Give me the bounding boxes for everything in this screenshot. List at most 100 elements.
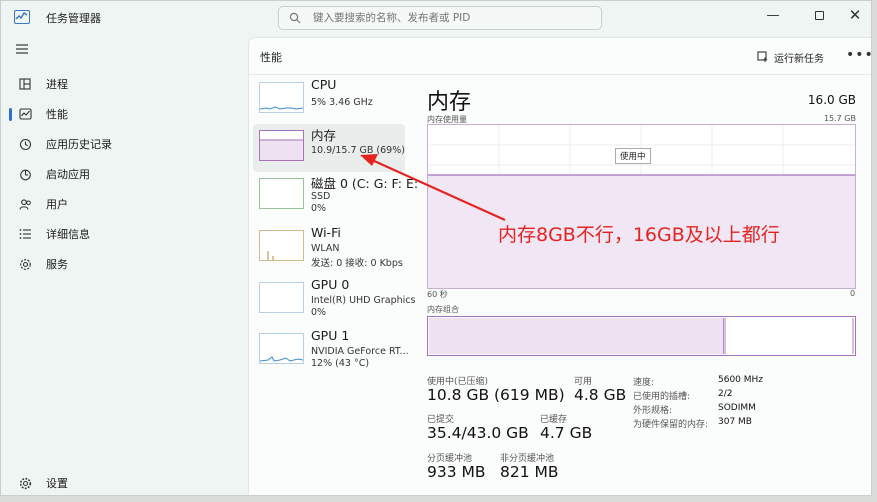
perf-item-memory[interactable]: 内存 10.9/15.7 GB (69%) bbox=[253, 124, 405, 172]
sidebar-item-users[interactable]: 用户 bbox=[5, 190, 243, 218]
disk-thumbnail bbox=[259, 178, 304, 209]
minimize-button[interactable]: — bbox=[753, 3, 793, 27]
speed-label: 速度: bbox=[633, 378, 655, 388]
gear-icon bbox=[18, 476, 32, 490]
gpu1-thumbnail bbox=[259, 333, 304, 364]
sidebar-item-label: 启动应用 bbox=[46, 168, 90, 181]
header-divider bbox=[249, 74, 871, 75]
in-use-tooltip: 使用中 bbox=[615, 148, 651, 164]
sidebar-item-settings[interactable]: 设置 bbox=[5, 469, 243, 495]
close-button[interactable]: ✕ bbox=[835, 3, 871, 27]
app-history-icon bbox=[18, 137, 32, 151]
perf-item-subtitle: WLAN bbox=[311, 243, 340, 254]
sidebar-item-app-history[interactable]: 应用历史记录 bbox=[5, 130, 243, 158]
perf-item-subtitle: SSD bbox=[311, 191, 331, 202]
form-factor-value: SODIMM bbox=[718, 403, 756, 413]
cpu-thumbnail bbox=[259, 82, 304, 113]
composition-label: 内存组合 bbox=[427, 305, 459, 314]
sidebar-item-details[interactable]: 详细信息 bbox=[5, 220, 243, 248]
processes-icon bbox=[18, 77, 32, 91]
usage-graph-max: 15.7 GB bbox=[823, 114, 856, 123]
titlebar: 任务管理器 — ✕ bbox=[1, 1, 871, 33]
sidebar-item-services[interactable]: 服务 bbox=[5, 250, 243, 278]
services-icon bbox=[18, 257, 32, 271]
hardware-reserved-value: 307 MB bbox=[718, 417, 752, 427]
sidebar-item-label: 用户 bbox=[46, 198, 68, 211]
perf-item-title: GPU 0 bbox=[311, 277, 350, 292]
cached-value: 4.7 GB bbox=[540, 424, 593, 442]
composition-standby bbox=[852, 318, 854, 354]
run-new-task-label: 运行新任务 bbox=[774, 53, 824, 65]
sidebar-item-performance[interactable]: 性能 bbox=[5, 100, 243, 128]
details-icon bbox=[18, 227, 32, 241]
perf-item-gpu0[interactable]: GPU 0 Intel(R) UHD Graphics 0% bbox=[253, 276, 415, 324]
slots-label: 已使用的插槽: bbox=[633, 392, 691, 402]
perf-item-gpu1[interactable]: GPU 1 NVIDIA GeForce RT... 12% (43 °C) bbox=[253, 327, 409, 375]
in-use-value: 10.8 GB (619 MB) bbox=[427, 386, 565, 404]
perf-item-title: Wi-Fi bbox=[311, 225, 341, 240]
perf-item-value: 发送: 0 接收: 0 Kbps bbox=[311, 258, 403, 269]
annotation-text: 内存8GB不行，16GB及以上都行 bbox=[498, 224, 780, 246]
maximize-icon bbox=[814, 10, 824, 20]
perf-item-disk[interactable]: 磁盘 0 (C: G: F: E: SSD 0% bbox=[253, 172, 418, 220]
maximize-button[interactable] bbox=[799, 3, 839, 27]
gpu0-thumbnail bbox=[259, 282, 304, 313]
memory-title: 内存 bbox=[427, 90, 472, 115]
perf-item-value: 0% bbox=[311, 307, 327, 318]
slots-value: 2/2 bbox=[718, 389, 733, 399]
available-value: 4.8 GB bbox=[574, 386, 627, 404]
settings-label: 设置 bbox=[46, 477, 68, 490]
perf-item-subtitle: Intel(R) UHD Graphics bbox=[311, 295, 416, 306]
page-title: 性能 bbox=[260, 51, 282, 64]
run-task-icon bbox=[757, 51, 768, 62]
perf-item-subtitle: 5% 3.46 GHz bbox=[311, 97, 373, 108]
sidebar-item-label: 性能 bbox=[46, 108, 68, 121]
app-title: 任务管理器 bbox=[46, 12, 101, 25]
run-new-task-button[interactable]: 运行新任务 bbox=[757, 46, 824, 68]
composition-modified bbox=[724, 318, 726, 354]
sidebar-item-label: 进程 bbox=[46, 78, 68, 91]
more-options-button[interactable]: ••• bbox=[846, 47, 871, 63]
close-icon: ✕ bbox=[848, 6, 862, 24]
startup-icon bbox=[18, 167, 32, 181]
wifi-thumbnail bbox=[259, 230, 304, 261]
search-box[interactable] bbox=[278, 6, 602, 30]
sidebar: 进程 性能 应用历史记录 启动应用 用户 详细信息 服务 设置 bbox=[1, 33, 248, 495]
graph-axis-left: 60 秒 bbox=[427, 290, 448, 299]
sidebar-item-label: 详细信息 bbox=[46, 228, 90, 241]
speed-value: 5600 MHz bbox=[718, 375, 764, 385]
task-manager-app-icon bbox=[14, 10, 30, 24]
search-input[interactable] bbox=[313, 7, 593, 29]
paged-pool-value: 933 MB bbox=[427, 463, 486, 481]
users-icon bbox=[18, 197, 32, 211]
performance-icon bbox=[18, 107, 32, 121]
perf-item-value: 12% (43 °C) bbox=[311, 358, 370, 369]
performance-panel: 性能 运行新任务 ••• CPU 5% 3.46 GHz 内存 10.9/15.… bbox=[248, 37, 871, 495]
memory-thumbnail bbox=[259, 130, 304, 161]
sidebar-item-processes[interactable]: 进程 bbox=[5, 70, 243, 98]
perf-item-value: 0% bbox=[311, 203, 327, 214]
search-icon bbox=[289, 12, 301, 24]
task-manager-window: 任务管理器 — ✕ 进程 性能 应用历史记录 启动应用 用户 bbox=[0, 0, 872, 496]
sidebar-item-label: 应用历史记录 bbox=[46, 138, 112, 151]
sidebar-item-label: 服务 bbox=[46, 258, 68, 271]
hamburger-menu-icon[interactable] bbox=[15, 43, 29, 55]
hardware-reserved-label: 为硬件保留的内存: bbox=[633, 420, 709, 430]
nonpaged-pool-value: 821 MB bbox=[500, 463, 559, 481]
perf-item-title: 内存 bbox=[311, 128, 337, 143]
composition-in-use bbox=[429, 318, 724, 354]
perf-item-wifi[interactable]: Wi-Fi WLAN 发送: 0 接收: 0 Kbps bbox=[253, 224, 405, 272]
minimize-icon: — bbox=[766, 7, 780, 23]
perf-item-cpu[interactable]: CPU 5% 3.46 GHz bbox=[253, 76, 405, 124]
perf-item-subtitle: 10.9/15.7 GB (69%) bbox=[311, 145, 405, 156]
memory-total: 16.0 GB bbox=[807, 93, 856, 107]
memory-composition-bar bbox=[427, 316, 856, 356]
form-factor-label: 外形规格: bbox=[633, 406, 673, 416]
sidebar-item-startup[interactable]: 启动应用 bbox=[5, 160, 243, 188]
perf-item-title: CPU bbox=[311, 77, 337, 92]
perf-item-title: GPU 1 bbox=[311, 328, 350, 343]
graph-axis-right: 0 bbox=[850, 289, 856, 298]
perf-item-title: 磁盘 0 (C: G: F: E: bbox=[311, 176, 419, 191]
perf-item-subtitle: NVIDIA GeForce RT... bbox=[311, 346, 409, 357]
committed-value: 35.4/43.0 GB bbox=[427, 424, 529, 442]
